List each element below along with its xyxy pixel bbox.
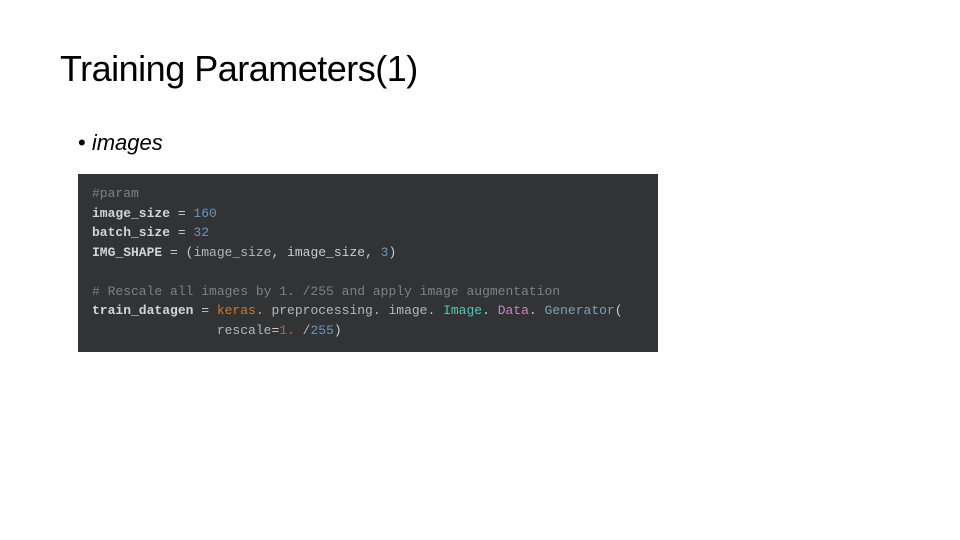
code-line: batch_size = 32 [92, 223, 644, 243]
code-line [92, 262, 644, 282]
code-ident: batch_size [92, 225, 170, 240]
code-ident: image_size [92, 206, 170, 221]
code-class: Data [498, 303, 529, 318]
code-line: IMG_SHAPE = (image_size, image_size, 3) [92, 243, 644, 263]
code-number: 32 [193, 225, 209, 240]
code-number: 255 [310, 323, 333, 338]
code-punct: ( [615, 303, 623, 318]
bullet-images: images [78, 130, 900, 156]
code-number: 1. [279, 323, 295, 338]
code-class: Generator [545, 303, 615, 318]
code-comment: #param [92, 186, 139, 201]
code-punct: , image_size, [271, 245, 380, 260]
code-class: Image [443, 303, 482, 318]
code-punct: . [482, 303, 498, 318]
code-line: train_datagen = keras. preprocessing. im… [92, 301, 644, 321]
code-arg: rescale [92, 323, 271, 338]
slide: Training Parameters(1) images #param ima… [0, 0, 960, 540]
code-line: # Rescale all images by 1. /255 and appl… [92, 282, 644, 302]
code-op: = [170, 225, 193, 240]
code-op: = [162, 245, 185, 260]
code-module: keras [217, 303, 256, 318]
code-line: image_size = 160 [92, 204, 644, 224]
code-punct: ) [334, 323, 342, 338]
code-ident: image_size [193, 245, 271, 260]
code-punct: ) [388, 245, 396, 260]
code-block: #param image_size = 160 batch_size = 32 … [78, 174, 658, 352]
code-number: 160 [193, 206, 216, 221]
code-op: = [193, 303, 216, 318]
code-op: / [295, 323, 311, 338]
code-line: #param [92, 184, 644, 204]
code-op: = [170, 206, 193, 221]
code-attr: . preprocessing. image. [256, 303, 443, 318]
code-line: rescale=1. /255) [92, 321, 644, 341]
code-ident: train_datagen [92, 303, 193, 318]
code-punct: . [529, 303, 545, 318]
code-ident: IMG_SHAPE [92, 245, 162, 260]
code-comment: # Rescale all images by 1. /255 and appl… [92, 284, 560, 299]
slide-title: Training Parameters(1) [60, 48, 900, 90]
